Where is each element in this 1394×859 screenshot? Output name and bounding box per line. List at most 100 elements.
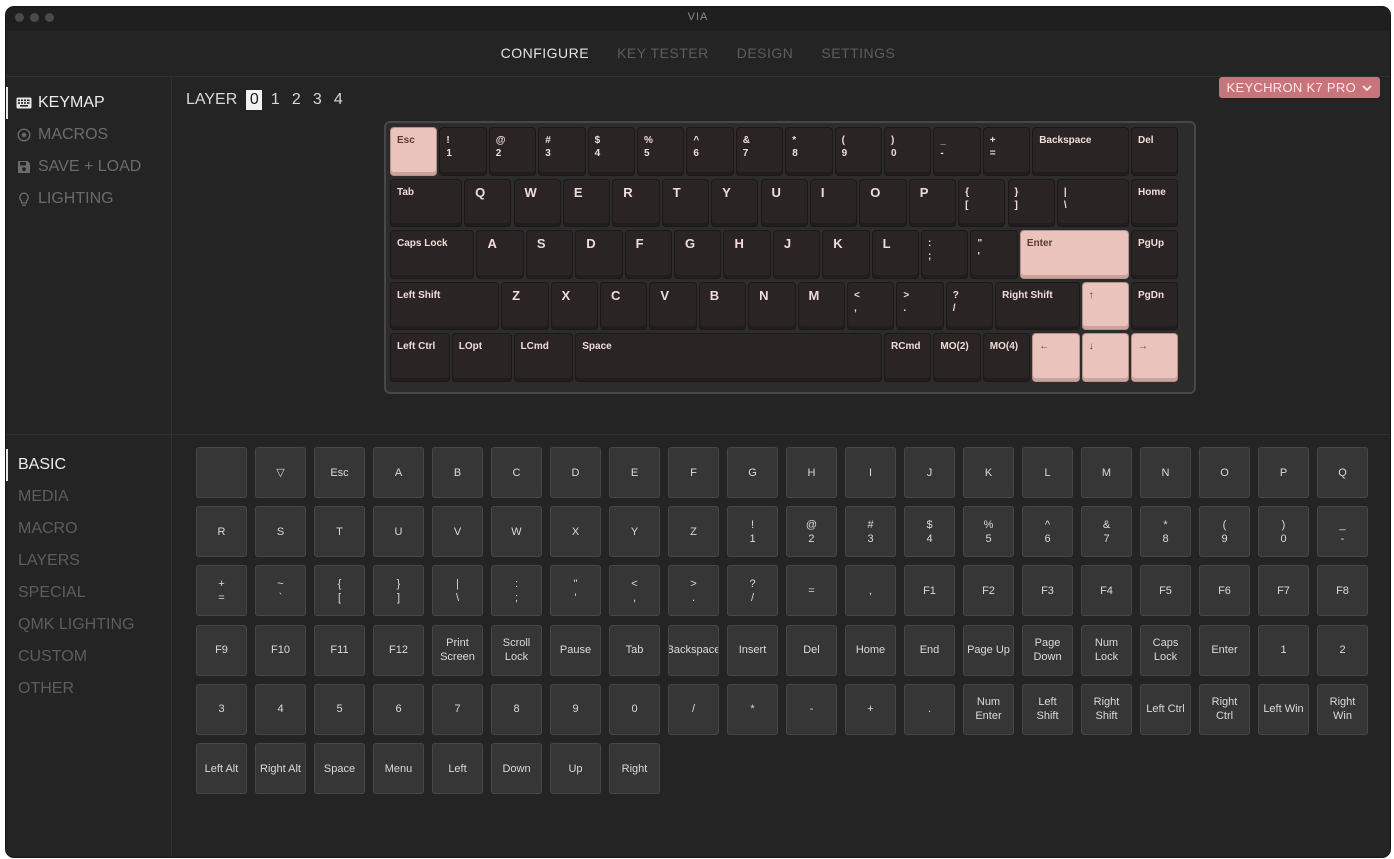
category-custom[interactable]: CUSTOM (6, 641, 171, 673)
keyboard-key[interactable]: Space (576, 334, 881, 381)
keycode-button[interactable]: B (432, 447, 483, 498)
keycode-button[interactable]: Right Alt (255, 743, 306, 794)
sidebar-item-macros[interactable]: MACROS (6, 119, 171, 151)
keycode-button[interactable]: Right Win (1317, 683, 1368, 735)
keycode-button[interactable]: + = (196, 565, 247, 617)
keycode-button[interactable]: F10 (255, 624, 306, 676)
keycode-button[interactable]: 4 (255, 683, 306, 735)
keyboard-key[interactable]: ← (1033, 334, 1079, 381)
keycode-button[interactable]: T (314, 506, 365, 558)
keyboard-key[interactable]: C (600, 282, 647, 329)
category-layers[interactable]: LAYERS (6, 545, 171, 577)
category-media[interactable]: MEDIA (6, 481, 171, 513)
keycode-button[interactable]: | \ (432, 565, 483, 617)
keycode-button[interactable]: Right (609, 743, 660, 794)
keyboard-key[interactable]: Esc (391, 128, 437, 175)
keyboard-key[interactable]: X (551, 282, 597, 329)
keyboard-key[interactable]: Left Ctrl (391, 334, 449, 381)
keycode-button[interactable]: E (609, 447, 660, 498)
keycode-button[interactable]: Esc (314, 447, 365, 498)
keycode-button[interactable]: A (373, 447, 424, 498)
keyboard-key[interactable]: > . (897, 282, 943, 329)
keycode-button[interactable]: } ] (373, 565, 424, 617)
keycode-button[interactable]: & 7 (1081, 506, 1132, 558)
keycode-button[interactable]: Enter (1199, 624, 1250, 676)
keycode-button[interactable]: K (963, 447, 1014, 498)
keyboard-key[interactable]: ? / (946, 282, 993, 329)
category-qmk-lighting[interactable]: QMK LIGHTING (6, 609, 171, 641)
keyboard-key[interactable]: RCmd (885, 334, 931, 381)
keycode-button[interactable]: Left (432, 743, 483, 794)
keycode-button[interactable]: " ' (550, 565, 601, 617)
keyboard-key[interactable]: P (909, 179, 956, 226)
keycode-button[interactable]: R (196, 506, 247, 558)
keycode-button[interactable]: # 3 (845, 506, 896, 558)
keycode-button[interactable]: F (668, 447, 719, 498)
keyboard-key[interactable]: R (613, 179, 659, 226)
keyboard-key[interactable]: Del (1132, 128, 1178, 175)
keycode-button[interactable]: 7 (432, 683, 483, 735)
keycode-button[interactable]: Insert (727, 624, 778, 676)
keyboard-key[interactable]: Q (465, 179, 511, 226)
keyboard-key[interactable]: ↑ (1082, 282, 1128, 329)
keycode-button[interactable]: F6 (1199, 565, 1250, 617)
keycode-button[interactable] (196, 447, 247, 498)
keycode-button[interactable]: F9 (196, 624, 247, 676)
layer-1-button[interactable]: 1 (267, 90, 283, 110)
keycode-button[interactable]: - (786, 683, 837, 735)
keycode-button[interactable]: Menu (373, 743, 424, 794)
keycode-button[interactable]: < , (609, 565, 660, 617)
keyboard-key[interactable]: ! 1 (440, 128, 486, 175)
keycode-button[interactable]: Print Screen (432, 624, 483, 676)
keyboard-key[interactable]: ) 0 (885, 128, 931, 175)
keyboard-key[interactable]: PgUp (1132, 231, 1178, 278)
keyboard-key[interactable]: LCmd (514, 334, 573, 381)
keycode-button[interactable]: _ - (1317, 506, 1368, 558)
keyboard-key[interactable]: S (526, 231, 573, 278)
keycode-button[interactable]: ? / (727, 565, 778, 617)
keyboard-key[interactable]: T (662, 179, 709, 226)
category-other[interactable]: OTHER (6, 673, 171, 705)
keycode-button[interactable]: > . (668, 565, 719, 617)
keycode-button[interactable]: Caps Lock (1140, 624, 1191, 676)
keyboard-key[interactable]: Left Shift (391, 282, 499, 329)
keycode-button[interactable]: H (786, 447, 837, 498)
keyboard-key[interactable]: + = (983, 128, 1030, 175)
category-basic[interactable]: BASIC (6, 449, 171, 481)
keycode-button[interactable]: W (491, 506, 542, 558)
keycode-button[interactable]: Left Win (1258, 683, 1309, 735)
keyboard-key[interactable]: % 5 (638, 128, 684, 175)
tab-design[interactable]: DESIGN (737, 45, 794, 61)
keyboard-key[interactable]: J (773, 231, 820, 278)
keycode-button[interactable]: Down (491, 743, 542, 794)
keycode-button[interactable]: { [ (314, 565, 365, 617)
keyboard-key[interactable]: Right Shift (996, 282, 1079, 329)
keyboard-key[interactable]: LOpt (452, 334, 511, 381)
keycode-button[interactable]: : ; (491, 565, 542, 617)
keyboard-key[interactable]: H (724, 231, 770, 278)
keycode-button[interactable]: V (432, 506, 483, 558)
keycode-button[interactable]: Y (609, 506, 660, 558)
keyboard-key[interactable]: Tab (391, 179, 462, 226)
keycode-button[interactable]: Pause (550, 624, 601, 676)
layer-2-button[interactable]: 2 (288, 90, 304, 110)
keycode-button[interactable]: / (668, 683, 719, 735)
sidebar-item-save-load[interactable]: SAVE + LOAD (6, 151, 171, 183)
keycode-button[interactable]: Left Ctrl (1140, 683, 1191, 735)
keyboard-key[interactable]: MO(4) (983, 334, 1030, 381)
keycode-button[interactable]: M (1081, 447, 1132, 498)
keycode-button[interactable]: 3 (196, 683, 247, 735)
keycode-button[interactable]: , (845, 565, 896, 617)
keycode-button[interactable]: 8 (491, 683, 542, 735)
keyboard-key[interactable]: ↓ (1082, 334, 1128, 381)
tab-key-tester[interactable]: KEY TESTER (617, 45, 709, 61)
category-special[interactable]: SPECIAL (6, 577, 171, 609)
keycode-button[interactable]: D (550, 447, 601, 498)
keycode-button[interactable]: + (845, 683, 896, 735)
keycode-button[interactable]: % 5 (963, 506, 1014, 558)
keycode-button[interactable]: ( 9 (1199, 506, 1250, 558)
keycode-button[interactable]: * (727, 683, 778, 735)
keyboard-key[interactable]: V (650, 282, 696, 329)
keyboard-key[interactable]: Home (1132, 179, 1178, 226)
keyboard-key[interactable]: K (823, 231, 869, 278)
